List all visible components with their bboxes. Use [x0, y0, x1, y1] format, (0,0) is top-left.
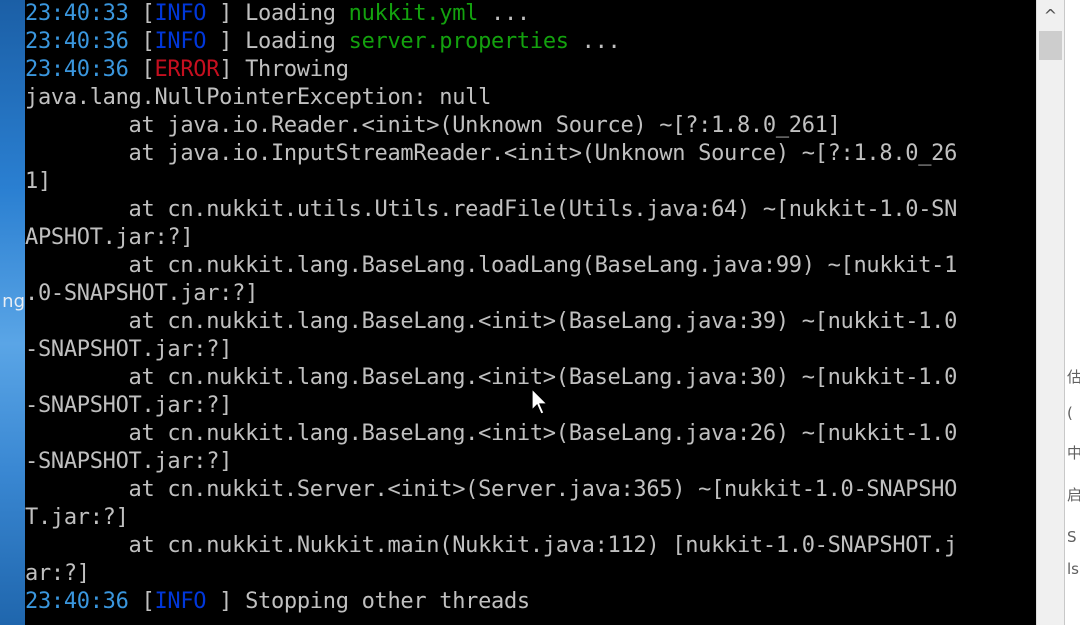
- background-window-text: 启: [1067, 486, 1080, 504]
- console-line: 23:40:36 [INFO ] Stopping other threads: [25, 588, 1036, 616]
- log-bracket-open: [: [128, 29, 155, 54]
- stack-trace-text: at cn.nukkit.lang.BaseLang.loadLang(Base…: [25, 253, 958, 278]
- background-window-text: S: [1067, 528, 1077, 546]
- console-line: at cn.nukkit.utils.Utils.readFile(Utils.…: [25, 196, 1036, 224]
- console-line: APSHOT.jar:?]: [25, 224, 1036, 252]
- console-line: at cn.nukkit.Server.<init>(Server.java:3…: [25, 476, 1036, 504]
- log-timestamp: 23:40:36: [25, 57, 129, 82]
- background-window-text: 估: [1067, 368, 1080, 386]
- stack-trace-text: at cn.nukkit.lang.BaseLang.<init>(BaseLa…: [25, 365, 958, 390]
- log-level-badge: ERROR: [154, 57, 220, 82]
- chevron-up-icon: ^: [1043, 5, 1058, 25]
- console-line: ar:?]: [25, 560, 1036, 588]
- stack-trace-text: ar:?]: [25, 561, 90, 586]
- console-line: -SNAPSHOT.jar:?]: [25, 448, 1036, 476]
- console-line: -SNAPSHOT.jar:?]: [25, 336, 1036, 364]
- log-message: Stopping other threads: [245, 589, 530, 614]
- log-level-badge: INFO: [154, 29, 207, 54]
- stack-trace-text: -SNAPSHOT.jar:?]: [25, 449, 233, 474]
- log-message: Loading: [245, 1, 349, 26]
- background-window[interactable]: 估 ( 中 S 启 ls: [1064, 0, 1080, 625]
- log-level-badge: INFO: [154, 1, 207, 26]
- stack-trace-text: .0-SNAPSHOT.jar:?]: [25, 281, 259, 306]
- log-timestamp: 23:40:33: [25, 1, 129, 26]
- log-bracket-open: [: [128, 1, 155, 26]
- scroll-up-button[interactable]: ^: [1037, 0, 1064, 30]
- console-line: 23:40:33 [INFO ] Loading nukkit.yml ...: [25, 0, 1036, 28]
- log-bracket-open: [: [128, 589, 155, 614]
- log-ellipsis: ...: [478, 1, 530, 26]
- log-filename: server.properties: [348, 29, 569, 54]
- scroll-thumb[interactable]: [1039, 31, 1062, 60]
- log-bracket-close: ]: [206, 29, 246, 54]
- console-line: at cn.nukkit.lang.BaseLang.<init>(BaseLa…: [25, 420, 1036, 448]
- stack-trace-text: java.lang.NullPointerException: null: [25, 85, 492, 110]
- log-level-badge: INFO: [154, 589, 207, 614]
- log-filename: nukkit.yml: [348, 1, 479, 26]
- vertical-scrollbar[interactable]: ^: [1036, 0, 1064, 625]
- log-bracket-close: ]: [206, 589, 246, 614]
- desktop-window-label: ng: [2, 291, 25, 312]
- stack-trace-text: at cn.nukkit.Server.<init>(Server.java:3…: [25, 477, 958, 502]
- log-timestamp: 23:40:36: [25, 589, 129, 614]
- console-line: T.jar:?]: [25, 504, 1036, 532]
- log-bracket-open: [: [128, 57, 155, 82]
- log-bracket-close: ]: [219, 57, 246, 82]
- stack-trace-text: APSHOT.jar:?]: [25, 225, 194, 250]
- console-line: at java.io.Reader.<init>(Unknown Source)…: [25, 112, 1036, 140]
- stack-trace-text: at cn.nukkit.lang.BaseLang.<init>(BaseLa…: [25, 421, 958, 446]
- console-line: 1]: [25, 168, 1036, 196]
- stack-trace-text: at cn.nukkit.lang.BaseLang.<init>(BaseLa…: [25, 309, 958, 334]
- console-window[interactable]: 23:40:33 [INFO ] Loading nukkit.yml ... 2…: [25, 0, 1036, 625]
- stack-trace-text: at java.io.Reader.<init>(Unknown Source)…: [25, 113, 841, 138]
- log-ellipsis: ...: [568, 29, 621, 54]
- background-window-text: (: [1067, 404, 1073, 422]
- console-line: at cn.nukkit.Nukkit.main(Nukkit.java:112…: [25, 532, 1036, 560]
- console-line: .0-SNAPSHOT.jar:?]: [25, 280, 1036, 308]
- background-window-text: ls: [1067, 560, 1079, 578]
- console-line: at java.io.InputStreamReader.<init>(Unkn…: [25, 140, 1036, 168]
- stack-trace-text: T.jar:?]: [25, 505, 129, 530]
- log-timestamp: 23:40:36: [25, 29, 129, 54]
- background-window-text: 中: [1067, 444, 1080, 462]
- console-line: 23:40:36 [INFO ] Loading server.properti…: [25, 28, 1036, 56]
- stack-trace-text: at cn.nukkit.Nukkit.main(Nukkit.java:112…: [25, 533, 958, 558]
- stack-trace-text: -SNAPSHOT.jar:?]: [25, 393, 233, 418]
- log-bracket-close: ]: [206, 1, 246, 26]
- log-message: Loading: [245, 29, 349, 54]
- desktop-background: ng: [0, 0, 25, 625]
- stack-trace-text: at java.io.InputStreamReader.<init>(Unkn…: [25, 141, 958, 166]
- stack-trace-text: 1]: [25, 169, 51, 194]
- stack-trace-text: -SNAPSHOT.jar:?]: [25, 337, 233, 362]
- console-line: at cn.nukkit.lang.BaseLang.<init>(BaseLa…: [25, 308, 1036, 336]
- stack-trace-text: at cn.nukkit.utils.Utils.readFile(Utils.…: [25, 197, 958, 222]
- console-line: java.lang.NullPointerException: null: [25, 84, 1036, 112]
- log-message: Throwing: [245, 57, 349, 82]
- console-line: at cn.nukkit.lang.BaseLang.loadLang(Base…: [25, 252, 1036, 280]
- mouse-cursor-icon: [531, 388, 549, 415]
- console-line: 23:40:36 [ERROR] Throwing: [25, 56, 1036, 84]
